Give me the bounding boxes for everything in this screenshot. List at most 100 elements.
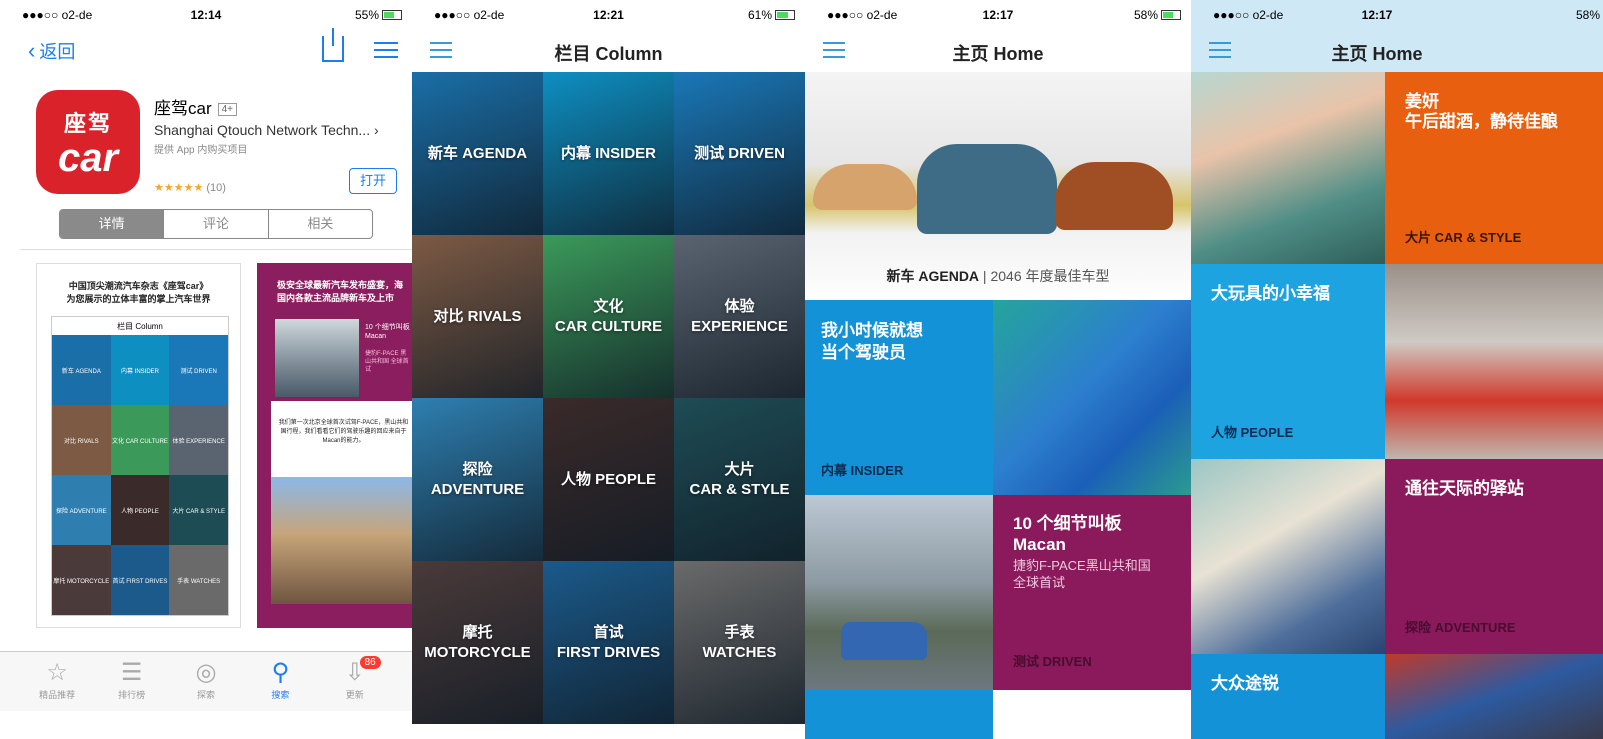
column-label: 首试 FIRST DRIVES bbox=[556, 623, 661, 661]
share-icon[interactable] bbox=[322, 28, 344, 62]
segmented-control: 详情 评论 相关 bbox=[59, 209, 373, 239]
segment-related[interactable]: 相关 bbox=[269, 210, 372, 238]
list-icon[interactable] bbox=[374, 42, 398, 63]
column-label: 文化 CAR CULTURE bbox=[554, 297, 663, 335]
article-title: 大众途锐 bbox=[1211, 674, 1279, 693]
clock: 12:14 bbox=[190, 8, 222, 22]
column-label: 摩托 MOTORCYCLE bbox=[424, 623, 531, 661]
arch-photo bbox=[271, 477, 412, 604]
article-image-mountain[interactable] bbox=[805, 495, 993, 690]
column-grid: 新车 AGENDA 内幕 INSIDER 测试 DRIVEN 对比 RIVALS 文化 C… bbox=[412, 72, 805, 739]
article-title: 我小时候就想 当个驾驶员 bbox=[821, 321, 923, 362]
segment-details[interactable]: 详情 bbox=[60, 210, 165, 238]
category-tag: 内幕 INSIDER bbox=[821, 463, 904, 478]
screenshot-caption: 极安全球最新汽车发布盛宴，海 国内各款主流品牌新车及上市 bbox=[277, 280, 404, 303]
article-image-mirror[interactable] bbox=[1191, 459, 1385, 654]
status-bar: ●●●○○ o2-de 12:14 55% bbox=[0, 0, 412, 30]
mini-column-screen: 栏目 Column 新车 AGENDA 内幕 INSIDER 测试 DRIVEN 对比… bbox=[51, 316, 229, 616]
column-tile[interactable]: 人物 PEOPLE bbox=[543, 398, 674, 561]
article-tile-touareg[interactable]: 大众途锐 bbox=[1191, 654, 1385, 739]
mini-column-tile: 大片 CAR & STYLE bbox=[169, 475, 228, 545]
age-rating-badge: 4+ bbox=[217, 103, 238, 116]
home-screen-2: ●●●○○ o2-de 12:17 58% 主页 Home 姜妍 午后甜酒，静待佳… bbox=[1191, 0, 1603, 739]
search-icon: ⚲ bbox=[271, 659, 290, 686]
article-image-woman-car[interactable] bbox=[1191, 72, 1385, 264]
developer-link[interactable]: Shanghai Qtouch Network Techn... › bbox=[154, 122, 379, 138]
tab-featured[interactable]: ☆ 精品推荐 bbox=[27, 652, 87, 711]
status-bar: ●●●○○ o2-de 12:17 58% bbox=[1191, 0, 1603, 30]
column-label: 手表 WATCHES bbox=[702, 623, 777, 661]
tab-updates[interactable]: ⇩ 更新 86 bbox=[325, 652, 385, 711]
appstore-screen: ●●●○○ o2-de 12:14 55% ‹ 返回 座驾 car 座驾car 4+… bbox=[0, 0, 412, 739]
screenshot-caption: 中国顶尖潮流汽车杂志《座驾car》 为您展示的立体丰富的掌上汽车世界 bbox=[66, 281, 211, 304]
suv-image bbox=[841, 622, 927, 660]
open-button[interactable]: 打开 bbox=[349, 168, 397, 194]
mini-column-tile: 体验 EXPERIENCE bbox=[169, 405, 228, 475]
tab-search[interactable]: ⚲ 搜索 bbox=[250, 652, 310, 711]
column-tile[interactable]: 体验 EXPERIENCE bbox=[674, 235, 805, 398]
column-screen: ●●●○○ o2-de 12:21 61% 栏目 Column 新车 AGEND… bbox=[412, 0, 805, 739]
article-image-concept-car[interactable] bbox=[993, 300, 1191, 495]
mini-column-tile: 对比 RIVALS bbox=[52, 405, 111, 475]
article-tile-people[interactable]: 大玩具的小幸福 人物 PEOPLE bbox=[1191, 264, 1385, 459]
iap-note: 提供 App 内购买项目 bbox=[154, 145, 248, 156]
suv-image bbox=[917, 144, 1057, 234]
star-rating: ★★★★★ (10) bbox=[154, 182, 226, 194]
article-title: 通往天际的驿站 bbox=[1405, 479, 1524, 498]
hero-caption: 新车 AGENDA | 2046 年度最佳车型 bbox=[886, 268, 1110, 284]
article-tile-insider[interactable]: 我小时候就想 当个驾驶员 内幕 INSIDER bbox=[805, 300, 993, 495]
column-label: 人物 PEOPLE bbox=[560, 470, 657, 488]
category-tag: 大片 CAR & STYLE bbox=[1405, 230, 1522, 245]
mini-column-tile: 内幕 INSIDER bbox=[110, 335, 170, 405]
column-tile[interactable]: 探险 ADVENTURE bbox=[412, 398, 543, 561]
column-label: 探险 ADVENTURE bbox=[430, 460, 525, 498]
battery-indicator: 58% bbox=[1134, 8, 1181, 22]
cayenne-image bbox=[1055, 162, 1173, 230]
tab-explore[interactable]: ◎ 探索 bbox=[176, 652, 236, 711]
column-label: 大片 CAR & STYLE bbox=[689, 460, 790, 498]
nav-bar: 主页 Home bbox=[1191, 30, 1603, 72]
article-image-toy-car[interactable] bbox=[1385, 264, 1603, 459]
battery-indicator: 58% bbox=[1575, 8, 1600, 22]
column-tile[interactable]: 对比 RIVALS bbox=[412, 235, 543, 398]
screenshot-preview-2[interactable]: 极安全球最新汽车发布盛宴，海 国内各款主流品牌新车及上市 10 个细节叫板 Mac… bbox=[257, 263, 412, 628]
mini-column-tile: 首试 FIRST DRIVES bbox=[110, 545, 170, 615]
article-tile-driven[interactable]: 10 个细节叫板 Macan 捷豹F-PACE黑山共和国 全球首试 测试 DRIVE… bbox=[993, 495, 1191, 690]
category-tag: 探险 ADVENTURE bbox=[1405, 620, 1516, 635]
column-tile[interactable]: 大片 CAR & STYLE bbox=[674, 398, 805, 561]
article-tile-adventure[interactable]: 通往天际的驿站 探险 ADVENTURE bbox=[1385, 459, 1603, 654]
tab-charts[interactable]: ☰ 排行榜 bbox=[102, 652, 162, 711]
article-title: 姜妍 午后甜酒，静待佳酿 bbox=[1405, 92, 1558, 131]
column-tile[interactable]: 内幕 INSIDER bbox=[543, 72, 674, 235]
column-tile[interactable]: 手表 WATCHES bbox=[674, 561, 805, 724]
screenshot-preview-1[interactable]: 中国顶尖潮流汽车杂志《座驾car》 为您展示的立体丰富的掌上汽车世界 栏目 Col… bbox=[36, 263, 241, 628]
column-tile[interactable]: 测试 DRIVEN bbox=[674, 72, 805, 235]
app-icon: 座驾 car bbox=[36, 90, 140, 194]
page-title: 主页 Home bbox=[952, 44, 1044, 64]
mountain-photo bbox=[275, 319, 359, 397]
battery-icon bbox=[1161, 10, 1181, 20]
next-tiles bbox=[805, 690, 1191, 739]
article-tile-car-style[interactable]: 姜妍 午后甜酒，静待佳酿 大片 CAR & STYLE bbox=[1385, 72, 1603, 264]
column-label: 内幕 INSIDER bbox=[560, 144, 656, 162]
article-image-vw[interactable] bbox=[1385, 654, 1603, 739]
column-label: 新车 AGENDA bbox=[427, 144, 528, 162]
column-tile[interactable]: 首试 FIRST DRIVES bbox=[543, 561, 674, 724]
mini-column-tile: 手表 WATCHES bbox=[169, 545, 228, 615]
segment-reviews[interactable]: 评论 bbox=[164, 210, 269, 238]
star-icon: ☆ bbox=[46, 659, 68, 686]
updates-badge: 86 bbox=[359, 656, 381, 669]
compass-icon: ◎ bbox=[195, 659, 217, 686]
article-subtitle: 捷豹F-PACE黑山共和国 全球首试 bbox=[1013, 558, 1151, 590]
column-tile[interactable]: 摩托 MOTORCYCLE bbox=[412, 561, 543, 724]
column-tile[interactable]: 新车 AGENDA bbox=[412, 72, 543, 235]
column-label: 测试 DRIVEN bbox=[694, 144, 785, 162]
back-button[interactable]: ‹ 返回 bbox=[28, 38, 75, 64]
category-tag: 测试 DRIVEN bbox=[1013, 654, 1092, 669]
chevron-left-icon: ‹ bbox=[28, 38, 36, 63]
mini-column-tile: 测试 DRIVEN bbox=[169, 335, 228, 405]
battery-indicator: 61% bbox=[748, 8, 795, 22]
category-tag: 人物 PEOPLE bbox=[1211, 425, 1294, 440]
column-tile[interactable]: 文化 CAR CULTURE bbox=[543, 235, 674, 398]
mini-article-screen: 10 个细节叫板 Macan 捷豹F-PACE 黑山共和国 全球首试 我们第一次… bbox=[271, 315, 412, 604]
